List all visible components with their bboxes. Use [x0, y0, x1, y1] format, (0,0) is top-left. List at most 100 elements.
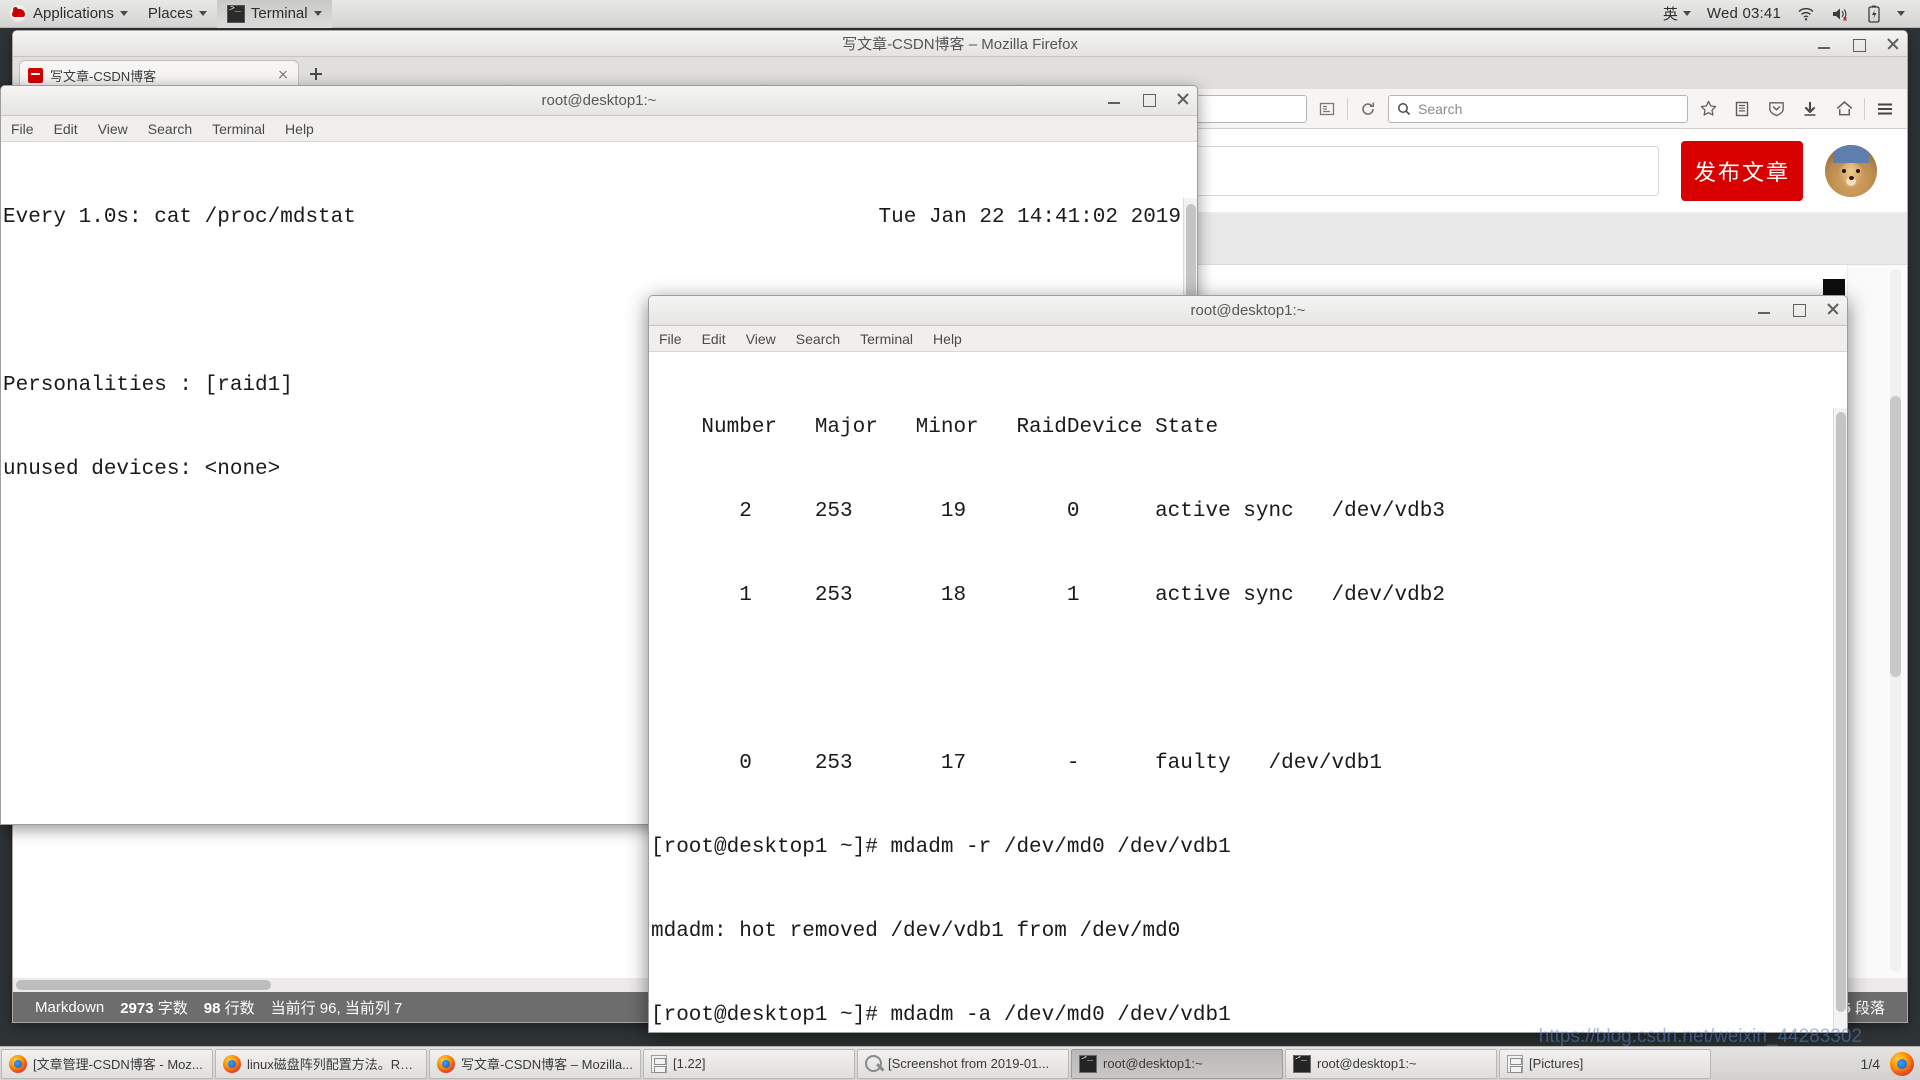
status-lines-value: 98 [203, 999, 221, 1017]
csdn-favicon [28, 67, 43, 83]
gnome-top-panel: Applications Places Terminal 英 Wed 03:41 [0, 0, 1920, 28]
watch-command: Every 1.0s: cat /proc/mdstat [3, 206, 356, 229]
archive-icon [1507, 1054, 1523, 1073]
firefox-icon [9, 1054, 27, 1073]
terminal2-line: 2 253 19 0 active sync /dev/vdb3 [651, 500, 1445, 523]
taskbar-label: [1.22] [673, 1056, 706, 1071]
terminal2-close-button[interactable] [1823, 300, 1841, 318]
terminal2-line: [root@desktop1 ~]# mdadm -a /dev/md0 /de… [651, 1004, 1231, 1027]
redhat-logo-icon [10, 5, 27, 22]
terminal-icon [1293, 1054, 1311, 1073]
library-icon[interactable] [1728, 95, 1756, 123]
toolbar-separator [1347, 97, 1348, 120]
window-list-taskbar: [文章管理-CSDN博客 - Moz... linux磁盘阵列配置方法。RA..… [0, 1046, 1920, 1080]
panel-status-area: 英 Wed 03:41 [1656, 0, 1920, 28]
terminal1-close-button[interactable] [1173, 90, 1191, 108]
toolbar-separator-2 [1864, 97, 1865, 120]
reload-icon[interactable] [1354, 95, 1382, 123]
pocket-shield-icon[interactable] [1762, 95, 1790, 123]
terminal2-menu-edit[interactable]: Edit [702, 331, 726, 347]
terminal1-menu-search[interactable]: Search [148, 121, 192, 137]
terminal1-menu-edit[interactable]: Edit [54, 121, 78, 137]
terminal1-menu-file[interactable]: File [11, 121, 34, 137]
volume-muted-icon[interactable] [1824, 0, 1858, 28]
reader-view-icon[interactable] [1313, 95, 1341, 123]
terminal2-line [651, 666, 1847, 694]
firefox-maximize-button[interactable] [1849, 35, 1867, 53]
h-scrollbar-thumb[interactable] [16, 980, 271, 990]
status-cursor-position: 当前行 96, 当前列 7 [270, 999, 403, 1017]
user-avatar[interactable] [1825, 144, 1877, 197]
publish-article-button[interactable]: 发布文章 [1681, 140, 1803, 201]
search-placeholder: Search [1418, 100, 1463, 117]
terminal2-menu-file[interactable]: File [659, 331, 682, 347]
downloads-icon[interactable] [1796, 95, 1824, 123]
taskbar-item-3[interactable]: [1.22] [643, 1048, 855, 1079]
watch-timestamp: Tue Jan 22 14:41:02 2019 [878, 206, 1181, 229]
battery-icon[interactable] [1860, 0, 1888, 28]
terminal2-menu-search[interactable]: Search [796, 331, 840, 347]
scrollbar-thumb[interactable] [1890, 395, 1901, 677]
firefox-close-button[interactable] [1883, 35, 1901, 53]
status-paragraphs-label: 段落 [1854, 999, 1885, 1017]
taskbar-item-2[interactable]: 写文章-CSDN博客 – Mozilla... [429, 1048, 641, 1079]
input-method-indicator[interactable]: 英 [1656, 0, 1698, 28]
bookmark-star-icon[interactable] [1694, 95, 1722, 123]
terminal1-minimize-button[interactable] [1105, 90, 1123, 108]
taskbar-item-0[interactable]: [文章管理-CSDN博客 - Moz... [1, 1048, 213, 1079]
status-lines-label: 行数 [224, 999, 255, 1017]
taskbar-item-6[interactable]: root@desktop1:~ [1285, 1048, 1497, 1079]
terminal2-maximize-button[interactable] [1789, 300, 1807, 318]
terminal2-menu-help[interactable]: Help [933, 331, 962, 347]
terminal-window-2[interactable]: root@desktop1:~ File Edit View Search Te… [648, 295, 1848, 1033]
terminal2-minimize-button[interactable] [1755, 300, 1773, 318]
screenshot-icon [865, 1055, 882, 1072]
terminal2-line: Number Major Minor RaidDevice State [651, 416, 1219, 439]
taskbar-item-7[interactable]: [Pictures] [1499, 1048, 1711, 1079]
taskbar-label: [文章管理-CSDN博客 - Moz... [33, 1057, 203, 1072]
terminal1-maximize-button[interactable] [1139, 90, 1157, 108]
editor-vertical-scrollbar[interactable] [1890, 269, 1901, 972]
places-menu[interactable]: Places [138, 0, 217, 28]
terminal2-line: [root@desktop1 ~]# mdadm -r /dev/md0 /de… [651, 836, 1231, 859]
taskbar-item-4[interactable]: [Screenshot from 2019-01... [857, 1048, 1069, 1079]
wifi-icon[interactable] [1790, 0, 1822, 28]
chevron-down-icon [198, 11, 207, 16]
taskbar-label: linux磁盘阵列配置方法。RA... [247, 1057, 419, 1072]
taskbar-label: [Pictures] [1529, 1056, 1584, 1071]
terminal2-scrollbar-thumb[interactable] [1836, 412, 1846, 1012]
taskbar-item-1[interactable]: linux磁盘阵列配置方法。RA... [215, 1048, 427, 1079]
close-icon[interactable] [276, 68, 290, 82]
status-words-value: 2973 [120, 999, 154, 1017]
new-tab-icon[interactable] [307, 65, 325, 83]
active-app-menu-terminal[interactable]: Terminal [216, 0, 332, 28]
terminal1-title: root@desktop1:~ [541, 92, 657, 109]
terminal2-menu-view[interactable]: View [746, 331, 776, 347]
clock-applet[interactable]: Wed 03:41 [1700, 0, 1788, 28]
terminal2-scrollbar[interactable] [1833, 408, 1847, 1032]
home-icon[interactable] [1830, 95, 1858, 123]
hamburger-menu-icon[interactable] [1871, 95, 1899, 123]
places-menu-label: Places [147, 5, 193, 22]
taskbar-item-5[interactable]: root@desktop1:~ [1071, 1048, 1283, 1079]
terminal2-output[interactable]: Number Major Minor RaidDevice State 2 25… [649, 352, 1847, 1032]
terminal2-menu-terminal[interactable]: Terminal [860, 331, 913, 347]
firefox-icon [223, 1054, 241, 1073]
terminal1-menubar: File Edit View Search Terminal Help [1, 116, 1197, 142]
search-bar[interactable]: Search [1388, 94, 1688, 123]
firefox-minimize-button[interactable] [1815, 35, 1833, 53]
avatar-nose [1849, 175, 1854, 180]
applications-menu[interactable]: Applications [0, 0, 138, 28]
active-app-label: Terminal [250, 5, 308, 22]
firefox-icon[interactable] [1890, 1051, 1914, 1076]
workspace-indicator[interactable]: 1/4 [1861, 1056, 1880, 1072]
watch-header-line: Every 1.0s: cat /proc/mdstat Tue Jan 22 … [3, 204, 1197, 232]
terminal-icon [1079, 1054, 1097, 1073]
system-menu-chevron[interactable] [1890, 0, 1912, 28]
terminal1-menu-view[interactable]: View [98, 121, 128, 137]
chevron-down-icon [1682, 11, 1691, 16]
chevron-down-icon [313, 11, 322, 16]
terminal1-menu-terminal[interactable]: Terminal [212, 121, 265, 137]
applications-menu-label: Applications [33, 5, 114, 22]
terminal1-menu-help[interactable]: Help [285, 121, 314, 137]
